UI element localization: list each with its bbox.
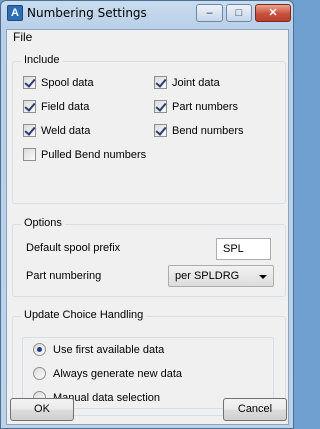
pulled-bend-numbers-checkbox[interactable]: Pulled Bend numbers (23, 148, 146, 161)
checkbox-label: Joint data (172, 76, 220, 89)
checkbox-box[interactable] (23, 124, 36, 137)
window-title: Numbering Settings (27, 6, 147, 20)
field-data-checkbox[interactable]: Field data (23, 100, 89, 113)
checkbox-box[interactable] (23, 100, 36, 113)
ok-button[interactable]: OK (10, 398, 74, 421)
update-choice-legend: Update Choice Handling (21, 309, 147, 321)
menu-file[interactable]: File (11, 30, 34, 44)
maximize-button[interactable]: □ (226, 4, 252, 22)
radio-circle[interactable] (33, 343, 46, 356)
part-numbering-label: Part numbering (26, 270, 102, 282)
use-first-available-radio[interactable]: Use first available data (33, 343, 164, 356)
checkbox-label: Spool data (41, 76, 94, 89)
checkbox-label: Weld data (41, 124, 91, 137)
checkbox-box[interactable] (154, 76, 167, 89)
radio-label: Use first available data (53, 343, 165, 356)
radio-label: Always generate new data (53, 367, 183, 380)
default-spool-prefix-input[interactable]: SPL (216, 238, 271, 260)
include-group: Include Spool data Joint data Field data… (12, 54, 286, 204)
default-spool-prefix-label: Default spool prefix (26, 242, 121, 254)
title-bar[interactable]: A Numbering Settings – □ ✕ (1, 1, 293, 28)
checkbox-label: Field data (41, 100, 90, 113)
menu-bar: File (7, 30, 288, 46)
cancel-button[interactable]: Cancel (223, 398, 287, 421)
app-logo-icon: A (7, 5, 23, 21)
part-numbers-checkbox[interactable]: Part numbers (154, 100, 238, 113)
dialog-window: A Numbering Settings – □ ✕ File Include … (0, 0, 294, 429)
minimize-button[interactable]: – (196, 4, 223, 22)
close-button[interactable]: ✕ (255, 4, 291, 22)
weld-data-checkbox[interactable]: Weld data (23, 124, 90, 137)
options-group: Options Default spool prefix SPL Part nu… (12, 217, 286, 297)
bend-numbers-checkbox[interactable]: Bend numbers (154, 124, 244, 137)
checkbox-box[interactable] (154, 124, 167, 137)
checkbox-label: Part numbers (172, 100, 239, 113)
checkbox-label: Pulled Bend numbers (41, 148, 147, 161)
checkbox-box[interactable] (23, 76, 36, 89)
part-numbering-value: per SPLDRG (175, 270, 240, 282)
dialog-client-area: File Include Spool data Joint data Field… (6, 29, 289, 425)
include-legend: Include (21, 54, 63, 66)
joint-data-checkbox[interactable]: Joint data (154, 76, 220, 89)
always-generate-new-radio[interactable]: Always generate new data (33, 367, 182, 380)
chevron-down-icon[interactable] (259, 275, 267, 279)
checkbox-box[interactable] (23, 148, 36, 161)
part-numbering-select[interactable]: per SPLDRG (168, 265, 274, 287)
spool-data-checkbox[interactable]: Spool data (23, 76, 94, 89)
checkbox-box[interactable] (154, 100, 167, 113)
radio-circle[interactable] (33, 367, 46, 380)
options-legend: Options (21, 217, 65, 229)
checkbox-label: Bend numbers (172, 124, 244, 137)
